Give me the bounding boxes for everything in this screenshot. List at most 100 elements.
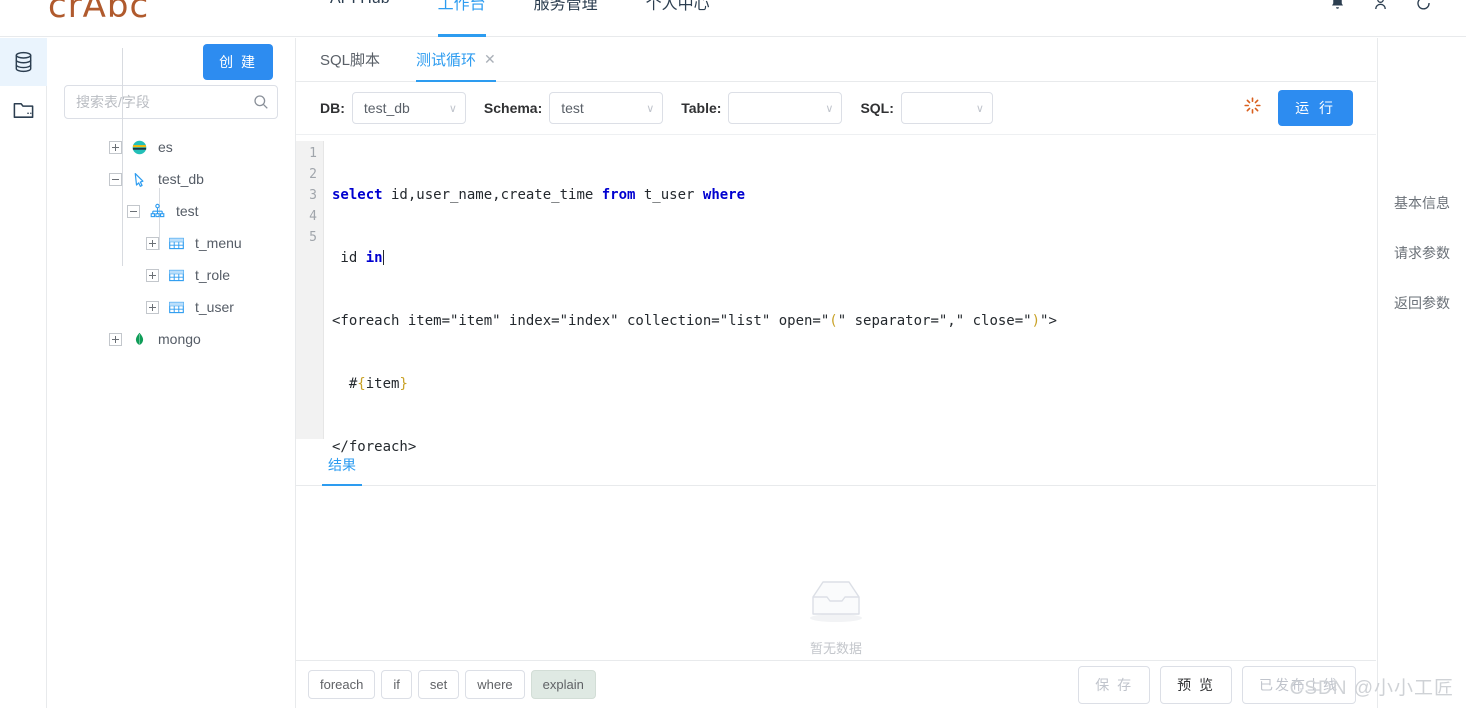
table-label: Table: [681,100,722,116]
code-line-3: <foreach item="item" index="index" colle… [332,313,1057,329]
app-root: crAbc API Hub 工作台 服务管理 个人中心 [0,0,1466,708]
folder-icon [12,99,35,121]
user-icon[interactable] [1372,0,1389,12]
mongodb-icon [131,331,148,348]
tree-expander-plus[interactable] [109,140,122,154]
tab-sql-script[interactable]: SQL脚本 [320,38,380,82]
create-row: 创 建 [47,38,295,85]
close-icon[interactable]: ✕ [484,51,496,68]
tab-test-loop[interactable]: 测试循环 ✕ [416,38,496,82]
editor-code-area[interactable]: select id,user_name,create_time from t_u… [324,141,1376,455]
line-number: 2 [309,167,317,182]
line-number: 5 [309,230,317,245]
code-line-2: id in [332,250,384,266]
tree-node-test-schema[interactable]: test [47,195,295,227]
tree-node-label: test [176,203,199,219]
tree-expander-plus[interactable] [146,268,159,282]
database-tree: es test_db test t_menu t_role t_user mon… [47,48,295,355]
table-icon [168,299,185,316]
sql-label: SQL: [860,100,894,116]
code-line-5: </foreach> [332,439,417,455]
left-explorer-panel: 创 建 es test [47,38,296,708]
line-number: 4 [309,209,317,224]
sunburst-loading-icon [1243,96,1262,120]
nav-item-user-center[interactable]: 个人中心 [646,0,710,26]
sql-editor[interactable]: 1 2 3 4 5 select id,user_name,create_tim… [296,135,1376,455]
db-select-value: test_db [363,100,410,116]
preview-button[interactable]: 预 览 [1160,665,1232,704]
empty-state-text: 暂无数据 [809,641,862,656]
editor-bottom-bar: foreach if set where explain 保 存 预 览 已发布… [296,660,1376,708]
chevron-down-icon: ∨ [975,102,984,115]
right-panel-item-response-params[interactable]: 返回参数 [1378,293,1466,313]
elasticsearch-icon [131,139,148,156]
tree-expander-plus[interactable] [109,332,122,346]
text-cursor [382,250,384,265]
nav-item-service-management[interactable]: 服务管理 [534,0,598,26]
tree-node-label: t_user [195,299,234,315]
database-icon [12,50,35,74]
right-info-panel: 基本信息 请求参数 返回参数 [1377,38,1466,708]
tree-node-label: t_menu [195,235,242,251]
right-panel-item-basic-info[interactable]: 基本信息 [1378,193,1466,213]
tag-button-foreach[interactable]: foreach [308,670,376,699]
tag-button-explain[interactable]: explain [530,670,596,699]
nav-item-workbench[interactable]: 工作台 [437,0,486,37]
nav-item-api-hub[interactable]: API Hub [330,0,390,20]
tree-node-test-db[interactable]: test_db [47,163,295,195]
run-button[interactable]: 运 行 [1278,90,1353,126]
tab-label: SQL脚本 [320,52,381,69]
tree-node-t-user[interactable]: t_user [47,291,295,323]
tag-button-set[interactable]: set [417,670,460,699]
query-toolbar-actions: 运 行 [1243,90,1353,126]
search-input[interactable] [64,85,278,119]
chevron-down-icon: ∨ [448,102,457,115]
tree-node-t-role[interactable]: t_role [47,259,295,291]
create-button[interactable]: 创 建 [203,43,273,80]
datasource-icon [131,171,148,188]
bell-icon[interactable] [1329,0,1346,12]
chevron-down-icon: ∨ [646,102,655,115]
tab-result[interactable]: 结果 [322,455,362,486]
tree-expander-plus[interactable] [146,236,159,250]
tab-label: 测试循环 [416,52,477,69]
tree-node-mongo[interactable]: mongo [47,323,295,355]
right-panel-item-request-params[interactable]: 请求参数 [1378,243,1466,263]
main-content: SQL脚本 测试循环 ✕ DB: test_db ∨ Schema: test … [296,38,1376,708]
table-icon [168,267,185,284]
app-logo: crAbc [48,0,150,26]
search-box [64,85,278,119]
query-toolbar: DB: test_db ∨ Schema: test ∨ Table: ∨ SQ… [296,82,1376,135]
left-icon-rail [0,38,47,708]
tree-expander-minus[interactable] [127,204,140,218]
tree-node-label: t_role [195,267,231,283]
sql-select[interactable]: ∨ [900,92,993,124]
top-header: crAbc API Hub 工作台 服务管理 个人中心 [0,0,1466,37]
tree-node-label: mongo [158,331,201,347]
editor-gutter: 1 2 3 4 5 [296,141,324,439]
tag-button-where[interactable]: where [465,670,525,699]
header-actions [1329,0,1432,12]
table-select[interactable]: ∨ [728,92,843,124]
rail-item-folder[interactable] [0,86,47,134]
save-button[interactable]: 保 存 [1078,665,1151,704]
tree-node-label: es [158,139,173,155]
schema-select[interactable]: test ∨ [549,92,664,124]
publish-status-button[interactable]: 已发布上线 [1242,665,1356,704]
table-icon [168,235,185,252]
main-navigation: API Hub 工作台 服务管理 个人中心 [330,0,710,37]
line-number: 1 [309,146,317,161]
chevron-down-icon: ∨ [825,102,834,115]
tag-button-if[interactable]: if [381,670,412,699]
tree-node-t-menu[interactable]: t_menu [47,227,295,259]
db-label: DB: [320,100,345,116]
tree-node-es[interactable]: es [47,131,295,163]
tree-expander-plus[interactable] [146,300,159,314]
db-select[interactable]: test_db ∨ [351,92,466,124]
tree-expander-minus[interactable] [109,172,122,186]
code-line-1: select id,user_name,create_time from t_u… [332,187,746,203]
logout-icon[interactable] [1415,0,1432,12]
code-line-4: #{item} [332,376,408,392]
rail-item-database[interactable] [0,38,47,86]
line-number: 3 [309,188,317,203]
